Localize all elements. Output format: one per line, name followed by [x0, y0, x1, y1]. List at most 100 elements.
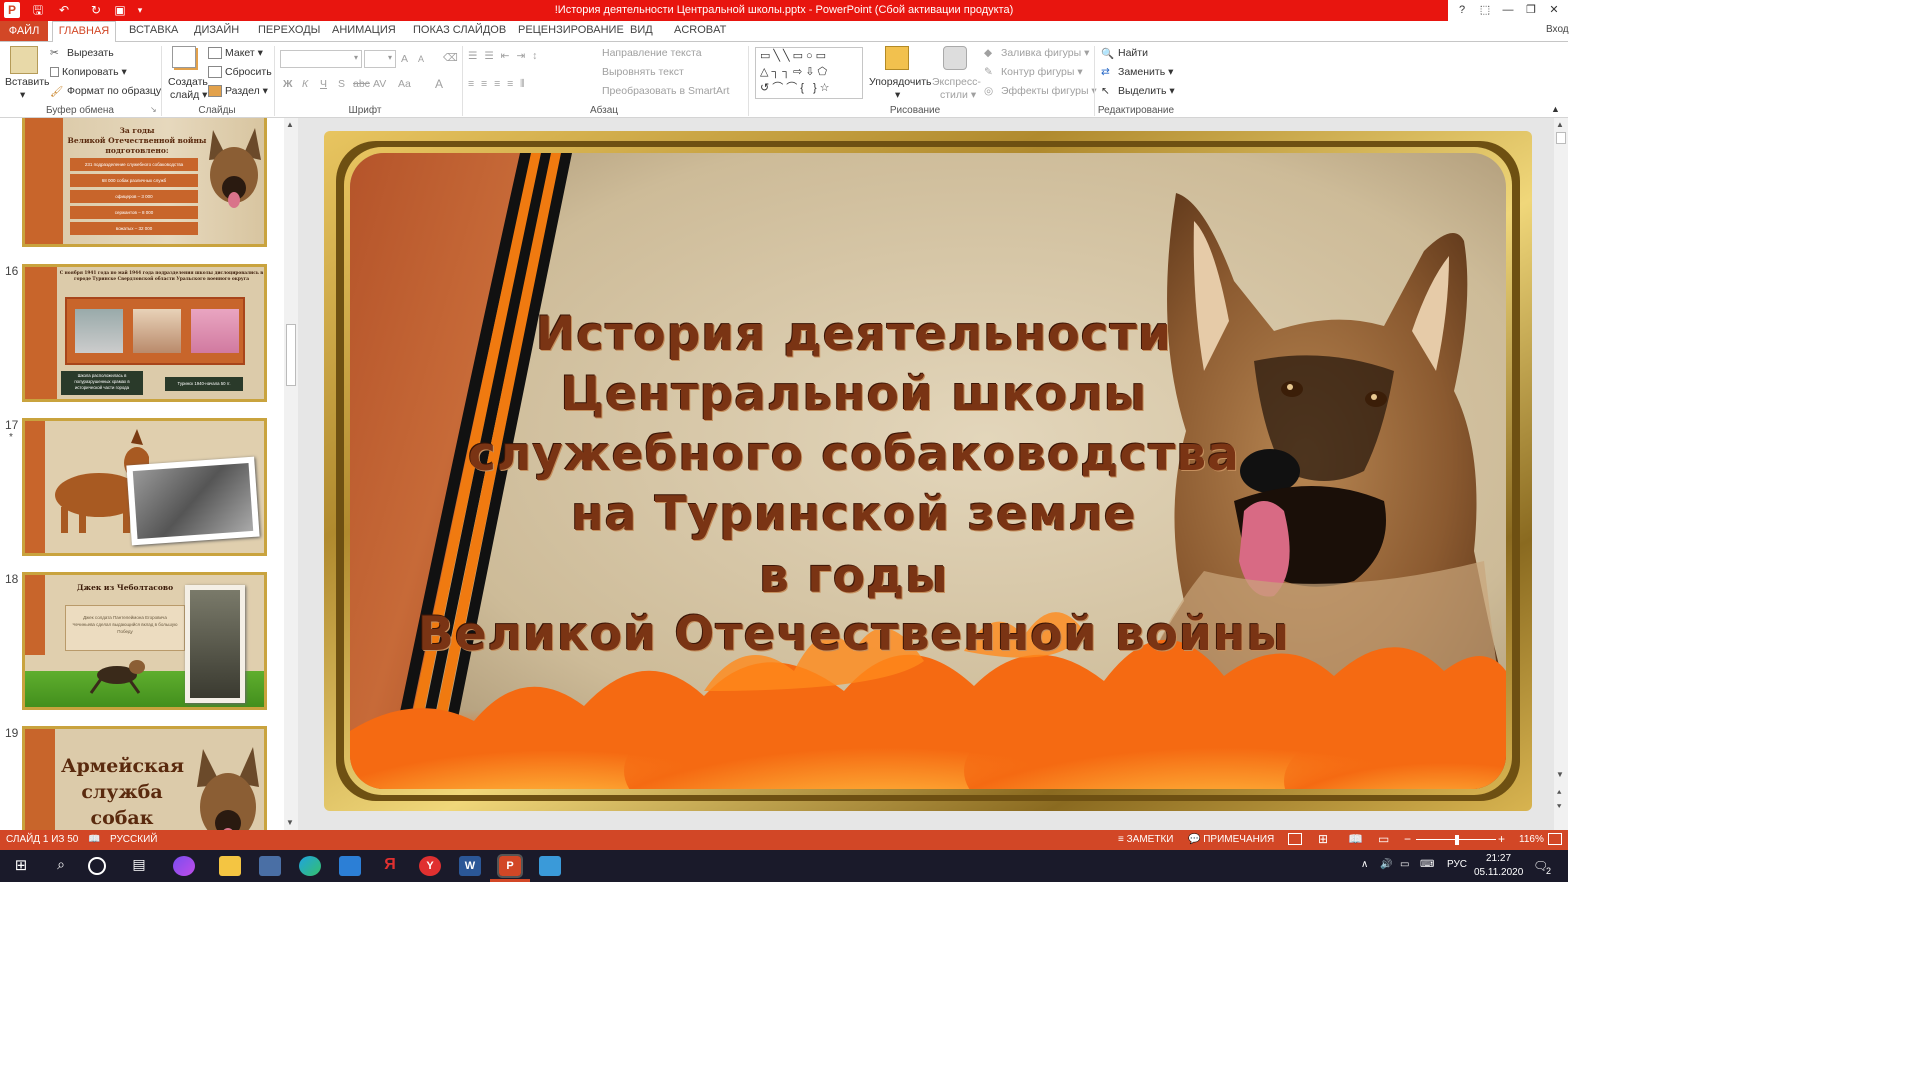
zoom-slider-thumb[interactable]: [1455, 835, 1459, 845]
bold-button[interactable]: Ж: [283, 78, 293, 90]
scroll-down-icon[interactable]: ▼: [286, 818, 294, 827]
select-button[interactable]: ↖ Выделить ▾: [1101, 85, 1175, 97]
list-buttons-icon[interactable]: ☰ ☰ ⇤ ⇥ ↕: [468, 50, 539, 62]
format-painter-button[interactable]: 🖌 Формат по образцу: [50, 85, 161, 98]
find-button[interactable]: 🔍 Найти: [1101, 47, 1148, 60]
shapes-gallery[interactable]: ▭╲╲▭○▭ △┐┐⇨⇩⬠ ↺⌒⌒{ }☆: [755, 47, 863, 99]
zoom-in-icon[interactable]: +: [1498, 832, 1505, 846]
login-link[interactable]: Вход: [1546, 24, 1569, 35]
italic-button[interactable]: К: [302, 78, 308, 90]
tab-file[interactable]: ФАЙЛ: [0, 21, 48, 41]
copy-button[interactable]: Копировать ▾: [50, 66, 127, 78]
maximize-button[interactable]: ❐: [1519, 0, 1543, 21]
change-case-button[interactable]: Aa: [398, 78, 411, 90]
font-size-box[interactable]: ▾: [364, 50, 396, 68]
clear-format-icon[interactable]: ⌫: [443, 52, 458, 64]
scroll-down-icon[interactable]: ▼: [1556, 770, 1564, 779]
slide-thumbnail-16[interactable]: С ноября 1941 года по май 1944 года подр…: [22, 264, 267, 402]
alice-icon[interactable]: [173, 856, 195, 876]
font-color-button[interactable]: A: [435, 77, 443, 91]
slideshow-view-icon[interactable]: ▭: [1378, 832, 1389, 846]
reading-view-icon[interactable]: 📖: [1348, 832, 1363, 846]
language-indicator[interactable]: РУССКИЙ: [110, 834, 157, 845]
fit-slide-icon[interactable]: [1548, 833, 1562, 845]
shrink-font-button[interactable]: A: [418, 54, 424, 64]
scroll-thumb[interactable]: [1556, 132, 1566, 144]
scroll-up-icon[interactable]: ▲: [1556, 120, 1564, 129]
ribbon-display-options-icon[interactable]: ⬚: [1473, 0, 1497, 21]
shape-effects-button[interactable]: ◎ Эффекты фигуры ▾: [984, 85, 1097, 97]
zoom-level[interactable]: 116%: [1519, 834, 1544, 845]
slide-counter[interactable]: СЛАЙД 1 ИЗ 50: [6, 834, 78, 845]
next-slide-icon[interactable]: ⯆: [1556, 802, 1562, 812]
notes-button[interactable]: ≡ ЗАМЕТКИ: [1118, 834, 1173, 845]
replace-button[interactable]: ⇄ Заменить ▾: [1101, 66, 1173, 78]
tab-design[interactable]: ДИЗАЙН: [194, 24, 239, 36]
current-slide[interactable]: История деятельности Центральной школы с…: [324, 131, 1532, 811]
align-buttons-icon[interactable]: ≡ ≡ ≡ ≡ ⫴: [468, 78, 527, 91]
align-text-button[interactable]: Выровнять текст: [602, 66, 684, 78]
volume-icon[interactable]: 🔊: [1380, 859, 1392, 870]
slide-title-line[interactable]: Великой Отечественной войны: [324, 607, 1384, 662]
cortana-icon[interactable]: [88, 857, 106, 875]
file-explorer-icon[interactable]: [219, 856, 241, 876]
clock-date[interactable]: 05.11.2020: [1474, 867, 1523, 878]
slide-title-line[interactable]: служебного собаководства: [324, 427, 1384, 482]
edge-icon[interactable]: [299, 856, 321, 876]
slide-title-line[interactable]: История деятельности: [324, 307, 1384, 362]
layout-button[interactable]: Макет ▾: [208, 47, 263, 60]
clock-time[interactable]: 21:27: [1486, 853, 1511, 864]
section-button[interactable]: Раздел ▾: [208, 85, 268, 98]
slide-title-line[interactable]: Центральной школы: [324, 367, 1384, 422]
yandex-browser-icon[interactable]: Y: [419, 856, 441, 876]
keyboard-icon[interactable]: ⌨: [1420, 859, 1434, 870]
comments-button[interactable]: 💬 ПРИМЕЧАНИЯ: [1188, 834, 1274, 845]
text-direction-button[interactable]: Направление текста: [602, 47, 702, 59]
tab-transitions[interactable]: ПЕРЕХОДЫ: [258, 24, 320, 36]
network-icon[interactable]: ▭: [1400, 859, 1409, 870]
arrange-button[interactable]: Упорядочить: [869, 76, 931, 88]
quick-styles-button[interactable]: Экспресс-: [932, 76, 981, 88]
tab-animation[interactable]: АНИМАЦИЯ: [332, 24, 396, 36]
yandex-icon[interactable]: Я: [379, 856, 401, 876]
new-slide-button[interactable]: Создать: [168, 76, 208, 88]
task-view-icon[interactable]: ▤: [128, 856, 150, 876]
quick-styles-dropdown[interactable]: стили ▾: [940, 89, 976, 101]
slide-thumbnail-15[interactable]: За годы Великой Отечественной войны подгот…: [22, 118, 267, 247]
shape-outline-button[interactable]: ✎ Контур фигуры ▾: [984, 66, 1083, 78]
windows-start-icon[interactable]: ⊞: [10, 856, 32, 876]
tab-acrobat[interactable]: ACROBAT: [674, 24, 726, 36]
slide-sorter-icon[interactable]: ⊞: [1318, 832, 1328, 846]
zoom-out-icon[interactable]: −: [1404, 832, 1411, 846]
char-spacing-button[interactable]: AV: [373, 78, 386, 90]
smartart-button[interactable]: Преобразовать в SmartArt: [602, 85, 729, 97]
reset-button[interactable]: Сбросить: [208, 66, 272, 79]
arrange-dropdown[interactable]: ▾: [895, 89, 900, 101]
slide-thumbnail-18[interactable]: Джек из Чеболтасово Джек солдата Пантеле…: [22, 572, 267, 710]
powerpoint-taskbar-icon[interactable]: P: [497, 854, 523, 878]
calculator-icon[interactable]: [539, 856, 561, 876]
grow-font-button[interactable]: A: [401, 53, 408, 65]
tab-view[interactable]: ВИД: [630, 24, 653, 36]
paste-dropdown-icon[interactable]: ▾: [20, 89, 25, 101]
slide-thumbnail-17[interactable]: [22, 418, 267, 556]
shape-fill-button[interactable]: ◆ Заливка фигуры ▾: [984, 47, 1089, 59]
minimize-button[interactable]: —: [1496, 0, 1520, 21]
previous-slide-icon[interactable]: ⯅: [1556, 788, 1562, 798]
tab-review[interactable]: РЕЦЕНЗИРОВАНИЕ: [518, 24, 624, 36]
new-slide-dropdown[interactable]: слайд ▾: [170, 89, 207, 101]
tab-insert[interactable]: ВСТАВКА: [129, 24, 178, 36]
scroll-up-icon[interactable]: ▲: [286, 120, 294, 129]
collapse-ribbon-icon[interactable]: ▲: [1551, 104, 1560, 114]
strikethrough-button[interactable]: abc: [353, 78, 370, 90]
help-button[interactable]: ?: [1450, 0, 1474, 21]
slide-scrollbar[interactable]: ▲ ▼ ⯅ ⯆: [1554, 118, 1568, 830]
store-icon[interactable]: [259, 856, 281, 876]
close-button[interactable]: ✕: [1542, 0, 1566, 21]
tab-slideshow[interactable]: ПОКАЗ СЛАЙДОВ: [413, 24, 506, 36]
font-name-box[interactable]: ▾: [280, 50, 362, 68]
scroll-thumb[interactable]: [286, 324, 296, 386]
paste-button[interactable]: Вставить: [5, 76, 50, 88]
search-icon[interactable]: ⌕: [50, 856, 72, 876]
underline-button[interactable]: Ч: [320, 78, 327, 90]
